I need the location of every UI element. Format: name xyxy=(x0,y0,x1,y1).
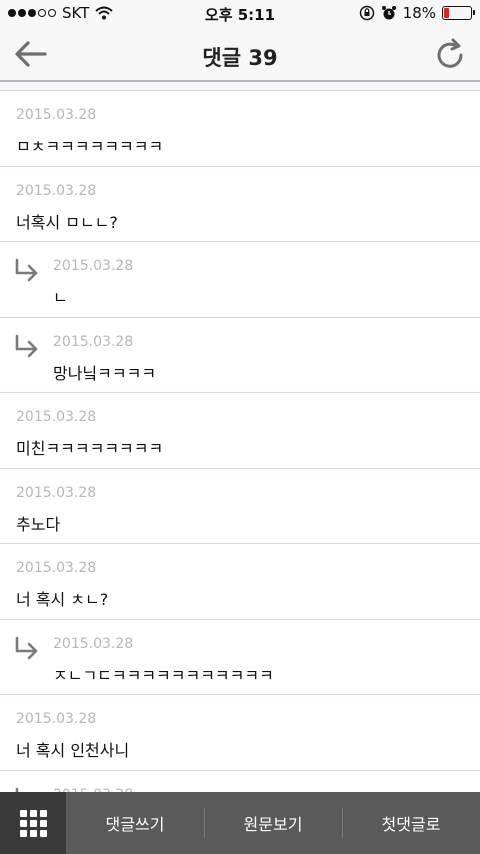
comment-item[interactable]: 2015.03.28 미친ㅋㅋㅋㅋㅋㅋㅋㅋ xyxy=(0,393,480,469)
navigation-bar: 댓글 39 xyxy=(0,28,480,82)
alarm-icon xyxy=(381,6,396,20)
rotation-lock-icon xyxy=(359,5,374,21)
comment-text: 너혹시 ㅁㄴㄴ? xyxy=(16,212,118,232)
comment-date: 2015.03.28 xyxy=(16,484,97,501)
comment-date: 2015.03.28 xyxy=(16,409,97,425)
battery-icon xyxy=(442,6,475,20)
status-right: 18% xyxy=(359,4,475,22)
comment-date: 2015.03.28 xyxy=(53,258,134,274)
reply-arrow-icon xyxy=(15,334,38,357)
reply-arrow-icon xyxy=(15,258,38,282)
bottom-toolbar: 댓글쓰기 원문보기 첫댓글로 xyxy=(0,792,480,854)
battery-percent: 18% xyxy=(402,4,436,22)
first-comment-button[interactable]: 첫댓글로 xyxy=(342,792,480,854)
refresh-icon[interactable] xyxy=(432,36,468,72)
status-bar: SKT 오후 5:11 18% xyxy=(0,0,480,28)
reply-comment-item[interactable]: 2015.03.28 xyxy=(0,770,480,792)
reply-comment-item[interactable]: 2015.03.28 망나닠ㅋㅋㅋㅋ xyxy=(0,317,480,393)
comment-item[interactable]: 2015.03.28 너 혹시 인천사니 xyxy=(0,695,480,771)
comment-text: ㅈㄴㄱㄷㅋㅋㅋㅋㅋㅋㅋㅋㅋㅋㅋ xyxy=(53,665,274,685)
comment-date: 2015.03.28 xyxy=(53,635,134,652)
comment-date: 2015.03.28 xyxy=(53,333,134,350)
comment-date: 2015.03.28 xyxy=(16,182,97,199)
reply-arrow-icon xyxy=(15,636,38,659)
comment-text: ㄴ xyxy=(53,288,68,307)
grid-icon xyxy=(19,809,47,837)
reply-comment-item[interactable]: 2015.03.28 ㅈㄴㄱㄷㅋㅋㅋㅋㅋㅋㅋㅋㅋㅋㅋ xyxy=(0,619,480,695)
comment-date: 2015.03.28 xyxy=(16,107,97,123)
comment-list[interactable]: 2015.03.28 ㅁㅊㅋㅋㅋㅋㅋㅋㅋㅋ 2015.03.28 너혹시 ㅁㄴㄴ? 20… xyxy=(0,90,480,792)
write-comment-button[interactable]: 댓글쓰기 xyxy=(66,792,204,854)
comment-item[interactable]: 2015.03.28 너 혹시 ㅊㄴ? xyxy=(0,544,480,620)
battery-fill xyxy=(444,8,449,18)
comment-date: 2015.03.28 xyxy=(16,711,97,727)
comment-text: 망나닠ㅋㅋㅋㅋ xyxy=(53,363,157,383)
comment-text: 추노다 xyxy=(16,514,61,534)
view-original-button[interactable]: 원문보기 xyxy=(204,792,342,854)
comment-text: 너 혹시 ㅊㄴ? xyxy=(16,590,109,609)
reply-comment-item[interactable]: 2015.03.28 ㄴ xyxy=(0,242,480,318)
menu-grid-button[interactable] xyxy=(0,792,66,854)
comment-text: 미친ㅋㅋㅋㅋㅋㅋㅋㅋ xyxy=(16,439,164,458)
comment-text: ㅁㅊㅋㅋㅋㅋㅋㅋㅋㅋ xyxy=(16,137,164,156)
comment-date: 2015.03.28 xyxy=(16,560,97,576)
page-title: 댓글 39 xyxy=(202,46,278,70)
comment-text: 너 혹시 인천사니 xyxy=(16,741,130,760)
comment-item[interactable]: 2015.03.28 추노다 xyxy=(0,468,480,544)
comment-item[interactable]: 2015.03.28 ㅁㅊㅋㅋㅋㅋㅋㅋㅋㅋ xyxy=(0,91,480,167)
comment-item[interactable]: 2015.03.28 너혹시 ㅁㄴㄴ? xyxy=(0,166,480,242)
